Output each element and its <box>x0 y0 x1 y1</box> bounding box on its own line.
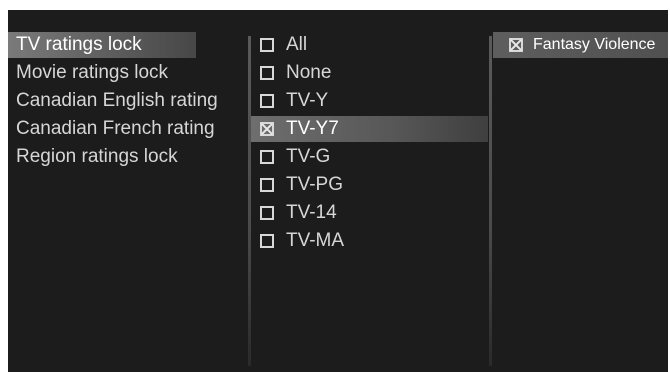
rating-label: TV-Y <box>286 90 329 111</box>
checkbox-icon <box>260 38 274 52</box>
rating-label: TV-Y7 <box>286 118 339 139</box>
checkbox-checked-icon <box>509 38 523 52</box>
checkbox-icon <box>260 94 274 108</box>
menu-item-region-ratings-lock[interactable]: Region ratings lock <box>8 144 246 170</box>
rating-label: None <box>286 62 332 83</box>
parental-controls-screen: TV ratings lock Movie ratings lock Canad… <box>8 10 668 372</box>
menu-item-tv-ratings-lock[interactable]: TV ratings lock <box>8 32 196 58</box>
content-descriptor-list: Fantasy Violence <box>490 10 668 372</box>
rating-option-tv-y[interactable]: TV-Y <box>260 88 488 114</box>
rating-label: TV-14 <box>286 202 337 223</box>
rating-label: All <box>286 34 308 55</box>
checkbox-icon <box>260 66 274 80</box>
rating-option-none[interactable]: None <box>260 60 488 86</box>
content-option-fantasy-violence[interactable]: Fantasy Violence <box>493 32 668 58</box>
rating-label: TV-MA <box>286 230 345 251</box>
rating-option-tv-14[interactable]: TV-14 <box>260 200 488 226</box>
rating-option-tv-pg[interactable]: TV-PG <box>260 172 488 198</box>
tv-ratings-list: All None TV-Y TV-Y7 TV-G TV-PG TV-14 TV-… <box>248 10 488 372</box>
content-label: Fantasy Violence <box>533 36 656 53</box>
rating-option-tv-g[interactable]: TV-G <box>260 144 488 170</box>
checkbox-icon <box>260 178 274 192</box>
rating-label: TV-PG <box>286 174 344 195</box>
menu-item-canadian-english-rating[interactable]: Canadian English rating <box>8 88 246 114</box>
checkbox-icon <box>260 150 274 164</box>
ratings-category-menu: TV ratings lock Movie ratings lock Canad… <box>8 10 246 372</box>
checkbox-icon <box>260 234 274 248</box>
menu-item-movie-ratings-lock[interactable]: Movie ratings lock <box>8 60 246 86</box>
rating-label: TV-G <box>286 146 331 167</box>
rating-option-tv-y7[interactable]: TV-Y7 <box>251 116 488 142</box>
checkbox-icon <box>260 206 274 220</box>
rating-option-tv-ma[interactable]: TV-MA <box>260 228 488 254</box>
menu-item-canadian-french-rating[interactable]: Canadian French rating <box>8 116 246 142</box>
rating-option-all[interactable]: All <box>260 32 488 58</box>
checkbox-checked-icon <box>260 122 274 136</box>
